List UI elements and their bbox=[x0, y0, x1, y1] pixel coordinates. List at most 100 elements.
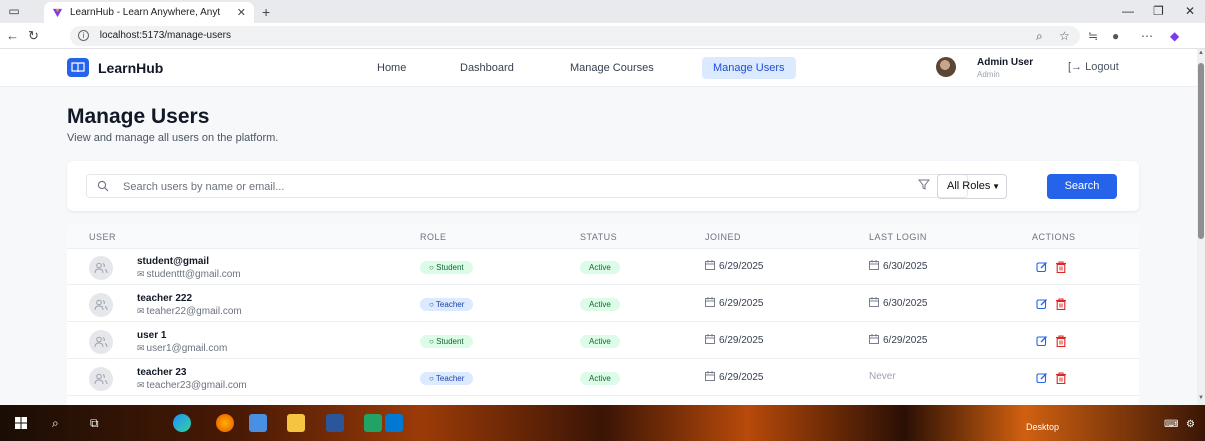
nav-home[interactable]: Home bbox=[366, 57, 417, 79]
edit-icon bbox=[1036, 336, 1047, 347]
reload-icon[interactable]: ↻ bbox=[28, 28, 39, 44]
delete-user-button[interactable] bbox=[1055, 334, 1067, 352]
edit-icon bbox=[1036, 262, 1047, 273]
taskbar: ⌕ ⧉ Desktop ⌨ ⚙ bbox=[0, 405, 1205, 441]
back-icon[interactable]: ← bbox=[6, 28, 19, 43]
user-email: teacher23@gmail.com bbox=[146, 380, 247, 391]
edit-user-button[interactable] bbox=[1036, 297, 1048, 315]
edit-user-button[interactable] bbox=[1036, 260, 1048, 278]
calendar-icon bbox=[869, 260, 879, 270]
nav-manage-courses[interactable]: Manage Courses bbox=[559, 57, 665, 79]
last-login-date: 6/30/2025 bbox=[883, 298, 928, 309]
photos-app-icon[interactable] bbox=[249, 414, 267, 432]
task-view-icon[interactable]: ⧉ bbox=[90, 416, 99, 431]
edit-user-button[interactable] bbox=[1036, 371, 1048, 389]
windows-start-icon[interactable] bbox=[15, 417, 27, 429]
read-aloud-icon[interactable]: ⌕ bbox=[1036, 29, 1043, 44]
scrollbar-thumb[interactable] bbox=[1198, 63, 1204, 239]
role-select-value: All Roles bbox=[947, 180, 991, 192]
vscode-app-icon[interactable] bbox=[385, 414, 403, 432]
calendar-icon bbox=[869, 297, 879, 307]
user-avatar bbox=[89, 256, 113, 280]
delete-user-button[interactable] bbox=[1055, 371, 1067, 389]
role-badge: ○ Teacher bbox=[420, 372, 474, 385]
page-scrollbar[interactable]: ▲ ▼ bbox=[1197, 49, 1205, 405]
favorites-icon[interactable]: ≒ bbox=[1088, 29, 1098, 43]
browser-tab[interactable]: LearnHub - Learn Anywhere, Anyt ✕ bbox=[44, 2, 254, 23]
avatar[interactable] bbox=[936, 57, 956, 77]
file-explorer-icon[interactable] bbox=[287, 414, 305, 432]
user-avatar bbox=[89, 293, 113, 317]
col-status: STATUS bbox=[580, 232, 618, 242]
status-badge: Active bbox=[580, 298, 620, 311]
search-button[interactable]: Search bbox=[1047, 174, 1117, 199]
trash-icon bbox=[1056, 298, 1066, 311]
edit-icon bbox=[1036, 373, 1047, 384]
profile-icon[interactable]: ● bbox=[1112, 29, 1119, 43]
word-app-icon[interactable] bbox=[326, 414, 344, 432]
mail-icon: ✉ bbox=[137, 269, 145, 279]
desktop-label[interactable]: Desktop bbox=[1026, 422, 1059, 432]
keyboard-icon[interactable]: ⌨ bbox=[1164, 419, 1178, 430]
role-badge: ○ Teacher bbox=[420, 298, 474, 311]
logout-button[interactable]: [→ Logout bbox=[1068, 61, 1119, 73]
url-field[interactable]: i localhost:5173/manage-users bbox=[70, 26, 1080, 46]
calendar-icon bbox=[705, 371, 715, 381]
col-actions: ACTIONS bbox=[1032, 232, 1076, 242]
logout-label: Logout bbox=[1085, 61, 1119, 73]
logo[interactable] bbox=[67, 58, 89, 77]
nav-dashboard[interactable]: Dashboard bbox=[449, 57, 525, 79]
status-badge: Active bbox=[580, 372, 620, 385]
calendar-icon bbox=[705, 297, 715, 307]
delete-user-button[interactable] bbox=[1055, 297, 1067, 315]
favorite-star-icon[interactable]: ☆ bbox=[1059, 29, 1070, 43]
more-icon[interactable]: ⋯ bbox=[1141, 29, 1153, 43]
brand-name[interactable]: LearnHub bbox=[98, 60, 163, 76]
last-login-cell: 6/29/2025 bbox=[869, 334, 928, 346]
table-row: user 1 ✉ user1@gmail.com ○ Student Active 6/2… bbox=[67, 323, 1139, 359]
nav-manage-users[interactable]: Manage Users bbox=[702, 57, 796, 79]
search-input[interactable] bbox=[123, 178, 953, 196]
user-name: student@gmail bbox=[137, 256, 209, 267]
copilot-icon[interactable]: ◆ bbox=[1170, 29, 1179, 43]
firefox-app-icon[interactable] bbox=[216, 414, 234, 432]
last-login-date: 6/30/2025 bbox=[883, 261, 928, 272]
user-avatar bbox=[89, 367, 113, 391]
user-email: studenttt@gmail.com bbox=[146, 269, 241, 280]
settings-icon[interactable]: ⚙ bbox=[1186, 419, 1195, 430]
status-badge: Active bbox=[580, 261, 620, 274]
table-row: teacher 222 ✉ teaher22@gmail.com ○ Teacher A… bbox=[67, 286, 1139, 322]
edit-icon bbox=[1036, 299, 1047, 310]
minimize-icon[interactable]: — bbox=[1122, 4, 1134, 18]
role-text: Student bbox=[436, 263, 464, 272]
table-header: USER ROLE STATUS JOINED LAST LOGIN ACTIO… bbox=[67, 225, 1139, 249]
role-text: Teacher bbox=[435, 300, 465, 309]
mail-icon: ✉ bbox=[137, 380, 145, 390]
close-window-icon[interactable]: ✕ bbox=[1185, 4, 1195, 18]
delete-user-button[interactable] bbox=[1055, 260, 1067, 278]
new-tab-icon[interactable]: + bbox=[262, 4, 270, 20]
scroll-up-icon[interactable]: ▲ bbox=[1197, 50, 1205, 56]
col-role: ROLE bbox=[420, 232, 447, 242]
logout-icon: [→ bbox=[1068, 61, 1083, 73]
edge-app-icon[interactable] bbox=[173, 414, 191, 432]
taskbar-search-icon[interactable]: ⌕ bbox=[52, 416, 59, 431]
calendar-icon bbox=[705, 334, 715, 344]
edit-user-button[interactable] bbox=[1036, 334, 1048, 352]
role-select[interactable]: All Roles ▼ bbox=[937, 174, 1007, 199]
top-navbar: LearnHub Home Dashboard Manage Courses M… bbox=[0, 49, 1197, 87]
restore-icon[interactable]: ❐ bbox=[1153, 4, 1164, 18]
user-email-cell: ✉ teacher23@gmail.com bbox=[137, 380, 247, 391]
close-tab-icon[interactable]: ✕ bbox=[237, 6, 246, 19]
user-icon bbox=[94, 373, 108, 385]
current-user-name: Admin User bbox=[977, 57, 1034, 68]
address-bar: ← ↻ i localhost:5173/manage-users ⌕ ☆ ≒ … bbox=[0, 23, 1205, 49]
site-info-icon[interactable]: i bbox=[78, 30, 89, 41]
user-icon bbox=[94, 262, 108, 274]
filter-icon bbox=[918, 179, 930, 190]
tab-actions-icon[interactable]: ▭ bbox=[6, 4, 22, 18]
current-user-role: Admin bbox=[977, 70, 1000, 79]
chrome-app-icon[interactable] bbox=[364, 414, 382, 432]
user-email: teaher22@gmail.com bbox=[146, 306, 242, 317]
scroll-down-icon[interactable]: ▼ bbox=[1197, 395, 1205, 401]
